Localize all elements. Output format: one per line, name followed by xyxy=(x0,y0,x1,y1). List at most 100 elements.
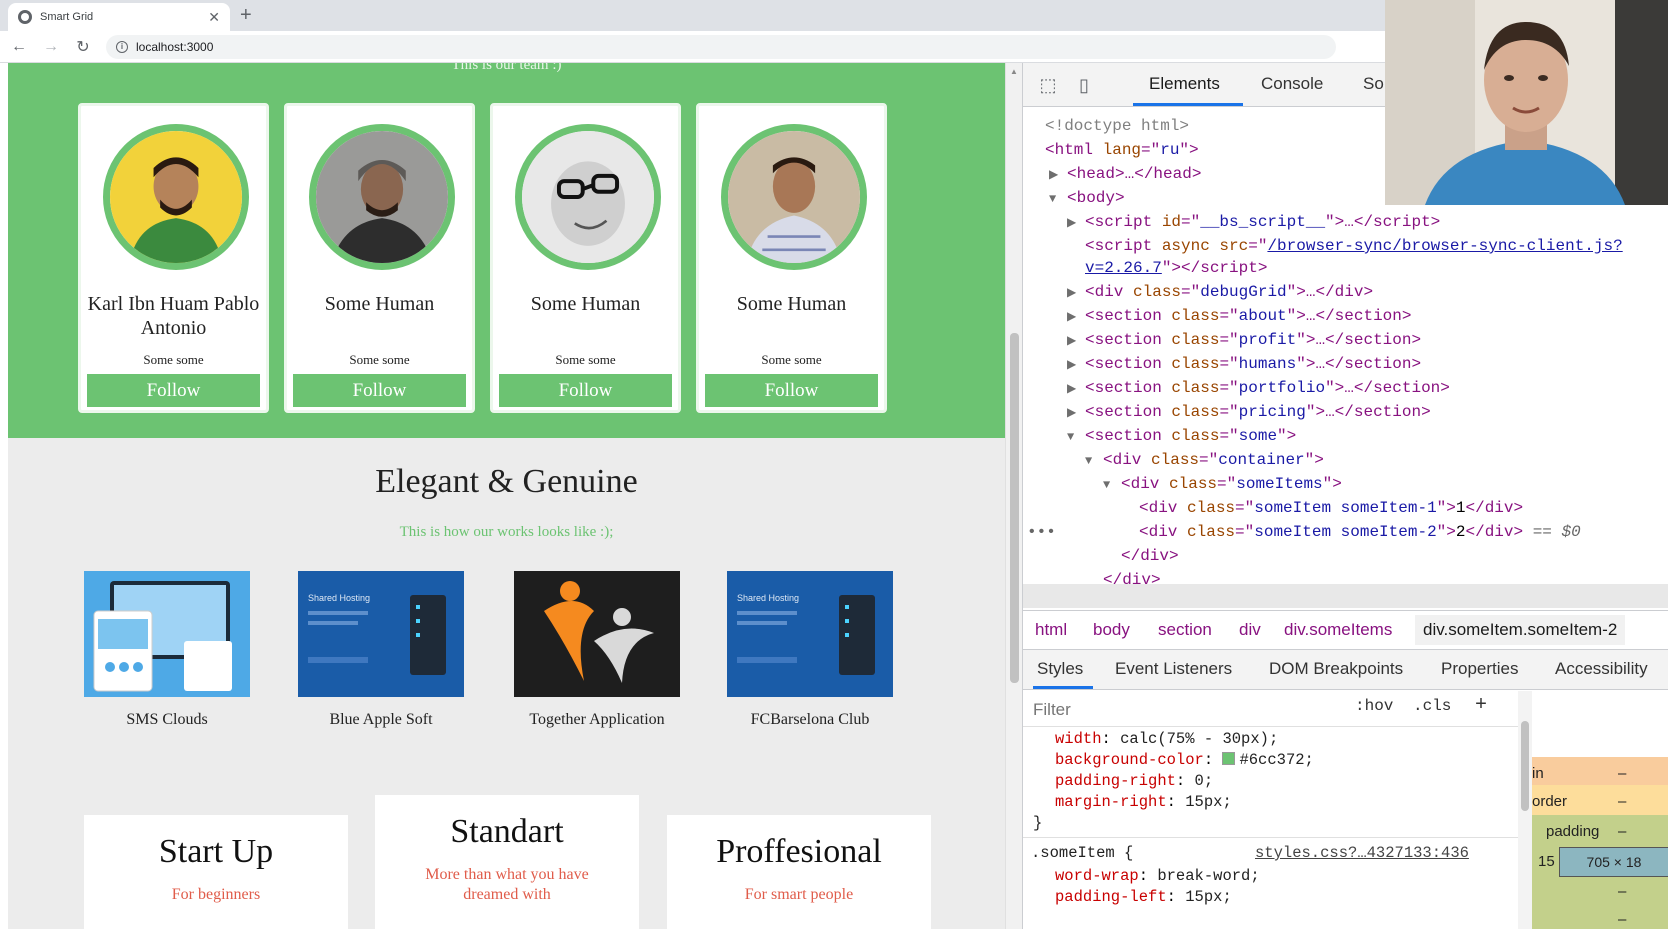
dom-node[interactable]: </div> xyxy=(1103,568,1161,592)
team-card: Some Human Some some Follow xyxy=(284,103,475,413)
url-text: localhost:3000 xyxy=(136,39,214,54)
style-declaration[interactable]: padding-left: 15px; xyxy=(1055,887,1232,908)
tab-console[interactable]: Console xyxy=(1261,74,1323,94)
work-item[interactable]: SMS Clouds xyxy=(84,571,250,729)
work-banner: Shared Hosting xyxy=(308,593,370,603)
member-description: Some some xyxy=(143,352,204,367)
scrollbar-thumb[interactable] xyxy=(1010,333,1019,683)
follow-button[interactable]: Follow xyxy=(293,374,466,407)
team-card: Some Human Some some Follow xyxy=(696,103,887,413)
dom-node[interactable]: </div> xyxy=(1121,544,1179,568)
tab-properties[interactable]: Properties xyxy=(1441,659,1518,679)
border-label: order xyxy=(1532,793,1568,810)
member-description: Some some xyxy=(555,352,616,367)
work-label: SMS Clouds xyxy=(126,711,208,728)
box-model-content[interactable]: 705 × 18 xyxy=(1559,847,1668,877)
member-name: Karl Ibn Huam Pablo Antonio xyxy=(87,293,260,339)
plan-name: Proffesional xyxy=(716,833,882,870)
breadcrumb-section[interactable]: section xyxy=(1158,620,1212,640)
dom-node[interactable]: <html lang="ru"> xyxy=(1045,138,1199,162)
dom-node[interactable]: ▶ <section class="profit">…</section> xyxy=(1067,328,1421,352)
plan-name: Start Up xyxy=(158,833,274,870)
work-thumbnail[interactable] xyxy=(84,571,250,697)
work-thumbnail[interactable]: Shared Hosting xyxy=(727,571,893,697)
device-toggle-icon[interactable]: ▯ xyxy=(1073,75,1095,97)
dom-node[interactable]: ▼ <div class="container"> xyxy=(1085,448,1324,472)
avatar xyxy=(103,124,249,270)
work-thumbnail[interactable] xyxy=(514,571,680,697)
active-tab-indicator xyxy=(1133,103,1243,106)
color-swatch[interactable] xyxy=(1222,752,1236,765)
follow-button[interactable]: Follow xyxy=(87,374,260,407)
url-input[interactable]: i localhost:3000 xyxy=(106,34,1336,59)
dom-node[interactable]: ▶ <section class="humans">…</section> xyxy=(1067,352,1421,376)
dom-node[interactable]: ▼ <div class="someItems"> xyxy=(1103,472,1342,496)
forward-arrow-icon[interactable]: → xyxy=(38,38,64,56)
tab-accessibility[interactable]: Accessibility xyxy=(1555,659,1648,679)
style-declaration[interactable]: word-wrap: break-word; xyxy=(1055,866,1260,887)
avatar xyxy=(515,124,661,270)
dom-node[interactable]: ▼ <body> xyxy=(1049,186,1125,210)
work-thumbnail[interactable]: Shared Hosting xyxy=(298,571,464,697)
dom-node[interactable]: ▶ <script id="__bs_script__">…</script> xyxy=(1067,210,1440,234)
dom-node[interactable]: <script async src="/browser-sync/browser… xyxy=(1085,234,1623,258)
style-declaration[interactable]: padding-right: 0; xyxy=(1055,771,1213,792)
styles-pane: width: calc(75% - 30px); background-colo… xyxy=(1023,727,1518,929)
dom-node[interactable]: <div class="someItem someItem-1">1</div> xyxy=(1139,496,1523,520)
tab-sources[interactable]: So xyxy=(1363,74,1384,94)
add-rule-icon[interactable]: + xyxy=(1475,694,1487,717)
tab-elements[interactable]: Elements xyxy=(1149,74,1220,94)
style-declaration[interactable]: width: calc(75% - 30px); xyxy=(1055,729,1278,750)
tab-styles[interactable]: Styles xyxy=(1037,659,1083,679)
padding-left-value: 15 xyxy=(1538,853,1555,870)
work-label: Together Application xyxy=(529,711,665,728)
inspect-element-icon[interactable]: ⬚ xyxy=(1037,75,1059,97)
dom-node[interactable]: ▶ <section class="portfolio">…</section> xyxy=(1067,376,1450,400)
tab-dom-breakpoints[interactable]: DOM Breakpoints xyxy=(1269,659,1403,679)
style-declaration[interactable]: margin-right: 15px; xyxy=(1055,792,1232,813)
back-arrow-icon[interactable]: ← xyxy=(6,38,32,56)
cls-toggle[interactable]: .cls xyxy=(1413,697,1451,715)
dom-node[interactable]: ▶ <div class="debugGrid">…</div> xyxy=(1067,280,1373,304)
follow-button[interactable]: Follow xyxy=(499,374,672,407)
tab-event-listeners[interactable]: Event Listeners xyxy=(1115,659,1232,679)
dom-node-selected[interactable]: ••• <div class="someItem someItem-2">2</d… xyxy=(1027,520,1581,544)
scroll-up-icon[interactable]: ▲ xyxy=(1010,67,1018,76)
plan-subtitle: For beginners xyxy=(171,886,261,903)
padding-top-value: – xyxy=(1618,823,1627,840)
page-scrollbar[interactable]: ▲ xyxy=(1005,63,1022,929)
follow-button[interactable]: Follow xyxy=(705,374,878,407)
styles-filter-bar: :hov .cls + xyxy=(1023,691,1518,727)
reload-icon[interactable]: ↻ xyxy=(70,37,96,57)
close-tab-icon[interactable]: ✕ xyxy=(208,9,220,26)
dom-node[interactable]: <!doctype html> xyxy=(1045,114,1189,138)
rule-divider xyxy=(1023,837,1518,838)
info-icon[interactable]: i xyxy=(116,40,128,53)
member-name: Some Human xyxy=(324,293,435,315)
styles-filter-input[interactable] xyxy=(1033,699,1313,721)
stylesheet-source-link[interactable]: styles.css?…4327133:436 xyxy=(1255,843,1469,864)
styles-scrollbar[interactable] xyxy=(1518,691,1532,929)
new-tab-icon[interactable]: + xyxy=(240,4,252,27)
margin-value: – xyxy=(1618,765,1627,782)
work-item[interactable]: Together Application xyxy=(514,571,680,729)
styles-scrollbar-thumb[interactable] xyxy=(1521,721,1529,811)
breadcrumb-body[interactable]: body xyxy=(1093,620,1130,640)
dom-node[interactable]: ▶ <head>…</head> xyxy=(1049,162,1201,186)
breadcrumb-div[interactable]: div xyxy=(1239,620,1261,640)
rule-selector[interactable]: .someItem { xyxy=(1031,843,1133,864)
work-item[interactable]: Shared Hosting Blue Apple Soft xyxy=(298,571,464,729)
browser-tab[interactable]: Smart Grid ✕ xyxy=(8,3,230,31)
hov-toggle[interactable]: :hov xyxy=(1355,697,1393,715)
breadcrumb-html[interactable]: html xyxy=(1035,620,1067,640)
breadcrumb-someitems[interactable]: div.someItems xyxy=(1284,620,1392,640)
dom-node[interactable]: v=2.26.7"></script> xyxy=(1085,256,1267,280)
dom-node[interactable]: ▼ <section class="some"> xyxy=(1067,424,1296,448)
breadcrumb-someitem-2[interactable]: div.someItem.someItem-2 xyxy=(1415,615,1626,645)
work-item[interactable]: Shared Hosting FCBarselona Club xyxy=(727,571,893,729)
humans-subtitle: This is our team :) xyxy=(451,63,562,73)
dom-node[interactable]: ▶ <section class="pricing">…</section> xyxy=(1067,400,1431,424)
style-declaration[interactable]: background-color: #6cc372; xyxy=(1055,750,1314,771)
team-card: Karl Ibn Huam Pablo Antonio Some some Fo… xyxy=(78,103,269,413)
dom-node[interactable]: ▶ <section class="about">…</section> xyxy=(1067,304,1411,328)
